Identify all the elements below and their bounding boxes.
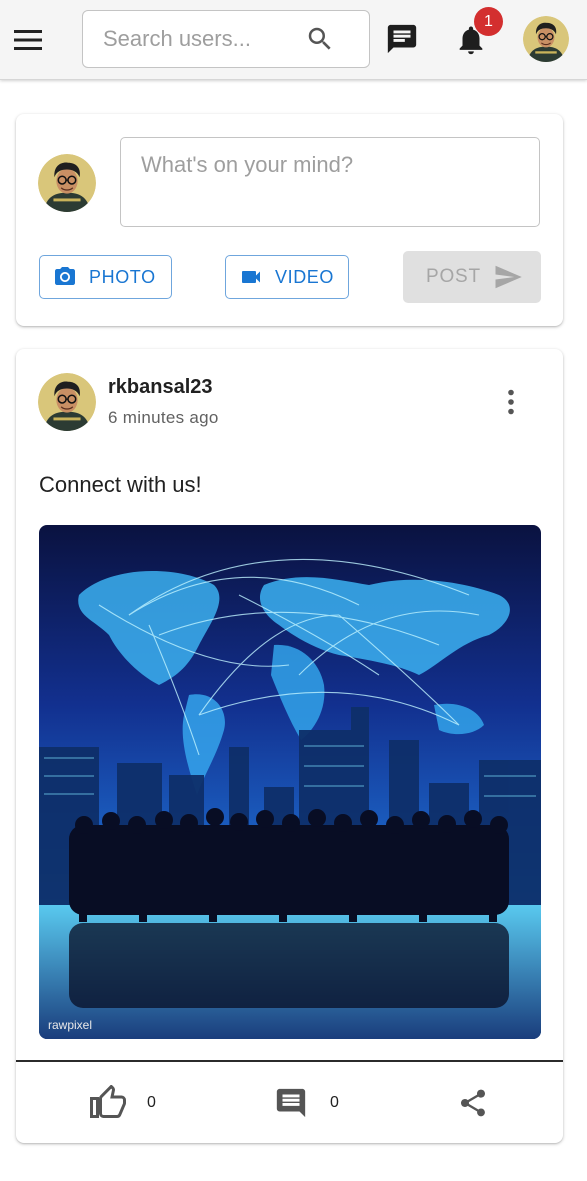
comment-icon [272,1084,310,1122]
messages-button[interactable] [383,20,421,58]
add-video-label: VIDEO [275,266,335,287]
post-card: rkbansal23 6 minutes ago Connect with us… [16,349,563,1143]
image-watermark: rawpixel [48,1018,92,1032]
post-button-label: POST [426,266,481,287]
menu-icon [14,30,42,50]
add-photo-label: PHOTO [89,266,156,287]
thumb-up-icon [89,1084,127,1122]
comment-count: 0 [330,1094,339,1111]
profile-avatar-button[interactable] [523,16,569,62]
notification-badge: 1 [474,7,503,36]
avatar[interactable] [38,373,96,431]
videocam-icon [239,265,263,289]
like-button[interactable]: 0 [89,1083,156,1123]
search-box [82,10,370,68]
search-input[interactable] [83,11,303,67]
post-options-button[interactable] [496,387,526,417]
post-username[interactable]: rkbansal23 [108,376,213,399]
add-photo-button[interactable]: PHOTO [39,255,172,299]
search-icon[interactable] [305,24,335,54]
post-button[interactable]: POST [403,251,541,303]
more-vert-icon [508,389,514,415]
camera-icon [53,265,77,289]
share-icon [454,1084,492,1122]
create-post-card: PHOTO VIDEO POST [16,114,563,326]
like-count: 0 [147,1094,156,1111]
comment-button[interactable]: 0 [272,1083,339,1123]
chat-icon [387,24,417,54]
avatar [38,154,96,212]
post-text-input[interactable] [120,137,540,227]
menu-button[interactable] [10,24,46,56]
add-video-button[interactable]: VIDEO [225,255,349,299]
post-timestamp: 6 minutes ago [108,408,219,427]
avatar [523,16,569,62]
share-button[interactable] [454,1083,492,1123]
send-icon [495,265,522,289]
divider [16,1060,563,1062]
world-network-image: rawpixel [39,525,541,1039]
app-bar: 1 [0,0,587,80]
post-image[interactable]: rawpixel [39,525,541,1039]
post-text: Connect with us! [39,472,202,497]
